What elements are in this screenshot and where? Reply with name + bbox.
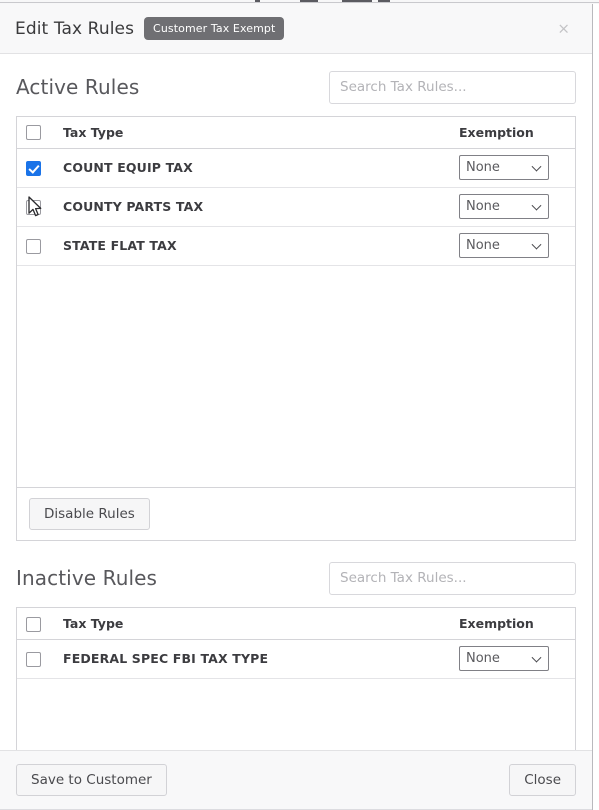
save-to-customer-button[interactable]: Save to Customer	[16, 763, 167, 797]
inactive-rules-panel: Tax Type Exemption FEDERAL SPEC FBI TAX …	[16, 607, 576, 750]
section-divider-gap	[16, 541, 576, 559]
chevron-down-icon: None	[459, 194, 549, 219]
inactive-select-all-cell	[17, 608, 55, 640]
inactive-rules-section: Inactive Rules Tax Type Exemption	[16, 559, 576, 750]
inactive-rules-search-input[interactable]	[329, 561, 576, 595]
row-exemption-cell: None	[453, 639, 575, 679]
inactive-rules-header: Inactive Rules	[16, 559, 576, 597]
row-select-checkbox[interactable]	[26, 200, 41, 215]
inactive-rules-tbody: FEDERAL SPEC FBI TAX TYPE None	[17, 639, 575, 679]
row-exemption-select[interactable]: None	[459, 646, 549, 672]
active-rules-scroll-area[interactable]	[17, 266, 575, 488]
chevron-down-icon: None	[459, 646, 549, 672]
screen-root: Edit Tax Rules Customer Tax Exempt × Act…	[0, 0, 599, 810]
row-checkbox-cell	[17, 639, 55, 679]
inactive-rules-thead: Tax Type Exemption	[17, 608, 575, 640]
inactive-col-tax-type: Tax Type	[55, 608, 453, 640]
active-rules-section: Active Rules Tax Type Exemption	[16, 68, 576, 542]
modal-body: Active Rules Tax Type Exemption	[0, 54, 592, 750]
active-col-exemption: Exemption	[453, 117, 575, 149]
inactive-select-all-checkbox[interactable]	[26, 616, 41, 632]
active-select-all-checkbox[interactable]	[26, 125, 41, 141]
active-rules-search-input[interactable]	[329, 70, 576, 104]
modal-footer: Save to Customer Close	[0, 750, 592, 810]
active-rules-title: Active Rules	[16, 75, 140, 99]
active-rules-table: Tax Type Exemption COUNT EQUIP TAX None …	[17, 117, 575, 266]
close-button[interactable]: Close	[509, 763, 576, 797]
row-exemption-select[interactable]: None	[459, 194, 549, 219]
table-row[interactable]: FEDERAL SPEC FBI TAX TYPE None	[17, 639, 575, 679]
row-checkbox-cell	[17, 148, 55, 188]
modal-title: Edit Tax Rules	[15, 18, 135, 39]
active-rules-footer: Disable Rules	[17, 487, 575, 541]
row-checkbox-cell	[17, 187, 55, 227]
sliver-divider	[0, 2, 599, 3]
disable-rules-button[interactable]: Disable Rules	[29, 497, 150, 531]
close-icon[interactable]: ×	[551, 17, 576, 40]
row-exemption-select[interactable]: None	[459, 155, 549, 180]
row-tax-type: STATE FLAT TAX	[55, 226, 453, 266]
table-row[interactable]: COUNT EQUIP TAX None	[17, 148, 575, 188]
row-tax-type: COUNT EQUIP TAX	[55, 148, 453, 188]
active-rules-header-row: Tax Type Exemption	[17, 117, 575, 149]
row-tax-type: COUNTY PARTS TAX	[55, 187, 453, 227]
row-select-checkbox[interactable]	[26, 239, 41, 254]
row-exemption-cell: None	[453, 187, 575, 227]
active-rules-panel: Tax Type Exemption COUNT EQUIP TAX None …	[16, 116, 576, 542]
table-row[interactable]: COUNTY PARTS TAX None	[17, 187, 575, 227]
chevron-down-icon: None	[459, 155, 549, 180]
row-exemption-cell: None	[453, 148, 575, 188]
status-badge: Customer Tax Exempt	[144, 17, 285, 40]
inactive-rules-table: Tax Type Exemption FEDERAL SPEC FBI TAX …	[17, 608, 575, 679]
row-exemption-cell: None	[453, 226, 575, 266]
chevron-down-icon: None	[459, 233, 549, 258]
active-col-tax-type: Tax Type	[55, 117, 453, 149]
active-rules-tbody: COUNT EQUIP TAX None COUNTY PARTS TAX No…	[17, 148, 575, 266]
row-select-checkbox[interactable]	[26, 161, 41, 176]
row-exemption-select[interactable]: None	[459, 233, 549, 258]
table-row[interactable]: STATE FLAT TAX None	[17, 226, 575, 266]
row-select-checkbox[interactable]	[26, 652, 41, 668]
inactive-rules-header-row: Tax Type Exemption	[17, 608, 575, 640]
inactive-col-exemption: Exemption	[453, 608, 575, 640]
active-rules-header: Active Rules	[16, 68, 576, 106]
inactive-rules-title: Inactive Rules	[16, 566, 158, 591]
row-tax-type: FEDERAL SPEC FBI TAX TYPE	[55, 639, 453, 679]
active-select-all-cell	[17, 117, 55, 149]
inactive-rules-scroll-area[interactable]	[17, 679, 575, 750]
row-checkbox-cell	[17, 226, 55, 266]
modal-header: Edit Tax Rules Customer Tax Exempt ×	[0, 4, 592, 54]
active-rules-thead: Tax Type Exemption	[17, 117, 575, 149]
edit-tax-rules-modal: Edit Tax Rules Customer Tax Exempt × Act…	[0, 4, 593, 810]
